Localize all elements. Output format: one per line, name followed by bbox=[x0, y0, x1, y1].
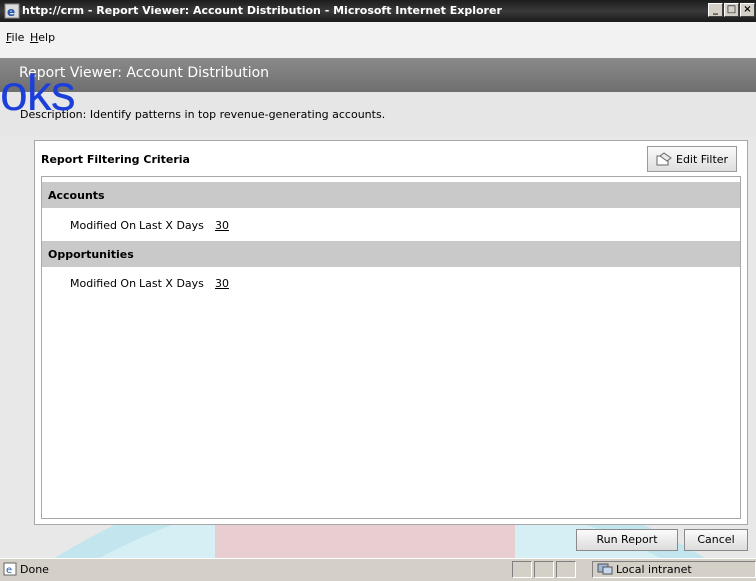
menu-file[interactable]: File bbox=[6, 31, 24, 44]
criteria-value-link[interactable]: 30 bbox=[215, 219, 229, 232]
menu-help[interactable]: Help bbox=[30, 31, 55, 44]
internet-explorer-icon: e bbox=[4, 3, 20, 19]
security-zone: Local intranet bbox=[616, 563, 692, 576]
status-text: Done bbox=[20, 563, 49, 576]
section-header-accounts: Accounts bbox=[42, 182, 740, 208]
local-intranet-icon bbox=[597, 563, 613, 575]
section-title: Opportunities bbox=[48, 248, 134, 261]
edit-filter-button[interactable]: Edit Filter bbox=[647, 146, 737, 172]
report-description: Description: Identify patterns in top re… bbox=[20, 108, 386, 121]
page-title: Report Viewer: Account Distribution bbox=[19, 65, 270, 81]
window-title-bar: e http://crm - Report Viewer: Account Di… bbox=[0, 0, 756, 22]
run-report-button[interactable]: Run Report bbox=[576, 529, 678, 551]
menu-bar: File Help bbox=[0, 22, 756, 59]
criteria-operator: Last X Days bbox=[139, 219, 204, 232]
window-title: http://crm - Report Viewer: Account Dist… bbox=[22, 4, 502, 17]
close-button[interactable]: × bbox=[740, 3, 755, 17]
criteria-row: Modified On Last X Days 30 bbox=[42, 267, 740, 297]
svg-text:e: e bbox=[7, 5, 15, 19]
filtering-criteria-panel: Report Filtering Criteria Edit Filter Ac… bbox=[34, 140, 748, 525]
menu-file-label: ile bbox=[11, 31, 25, 44]
status-cell bbox=[556, 561, 576, 578]
criteria-title: Report Filtering Criteria bbox=[41, 153, 190, 166]
edit-filter-label: Edit Filter bbox=[676, 153, 729, 166]
minimize-button[interactable]: _ bbox=[708, 3, 723, 17]
status-bar: e Done Local intranet bbox=[0, 558, 756, 581]
section-title: Accounts bbox=[48, 189, 105, 202]
menu-help-label: elp bbox=[38, 31, 56, 44]
criteria-list: Accounts Modified On Last X Days 30 Oppo… bbox=[41, 176, 741, 519]
criteria-row: Modified On Last X Days 30 bbox=[42, 209, 740, 239]
edit-filter-icon bbox=[656, 152, 672, 166]
report-header: Report Viewer: Account Distribution bbox=[0, 58, 756, 92]
status-cell bbox=[534, 561, 554, 578]
criteria-operator: Last X Days bbox=[139, 277, 204, 290]
status-cell bbox=[512, 561, 532, 578]
criteria-value-link[interactable]: 30 bbox=[215, 277, 229, 290]
svg-text:e: e bbox=[6, 565, 12, 576]
criteria-field: Modified On bbox=[70, 277, 137, 290]
section-header-opportunities: Opportunities bbox=[42, 241, 740, 267]
cancel-button[interactable]: Cancel bbox=[684, 529, 748, 551]
criteria-field: Modified On bbox=[70, 219, 137, 232]
maximize-button[interactable]: □ bbox=[724, 3, 739, 17]
description-band: Description: Identify patterns in top re… bbox=[0, 92, 756, 136]
page-done-icon: e bbox=[3, 562, 17, 576]
